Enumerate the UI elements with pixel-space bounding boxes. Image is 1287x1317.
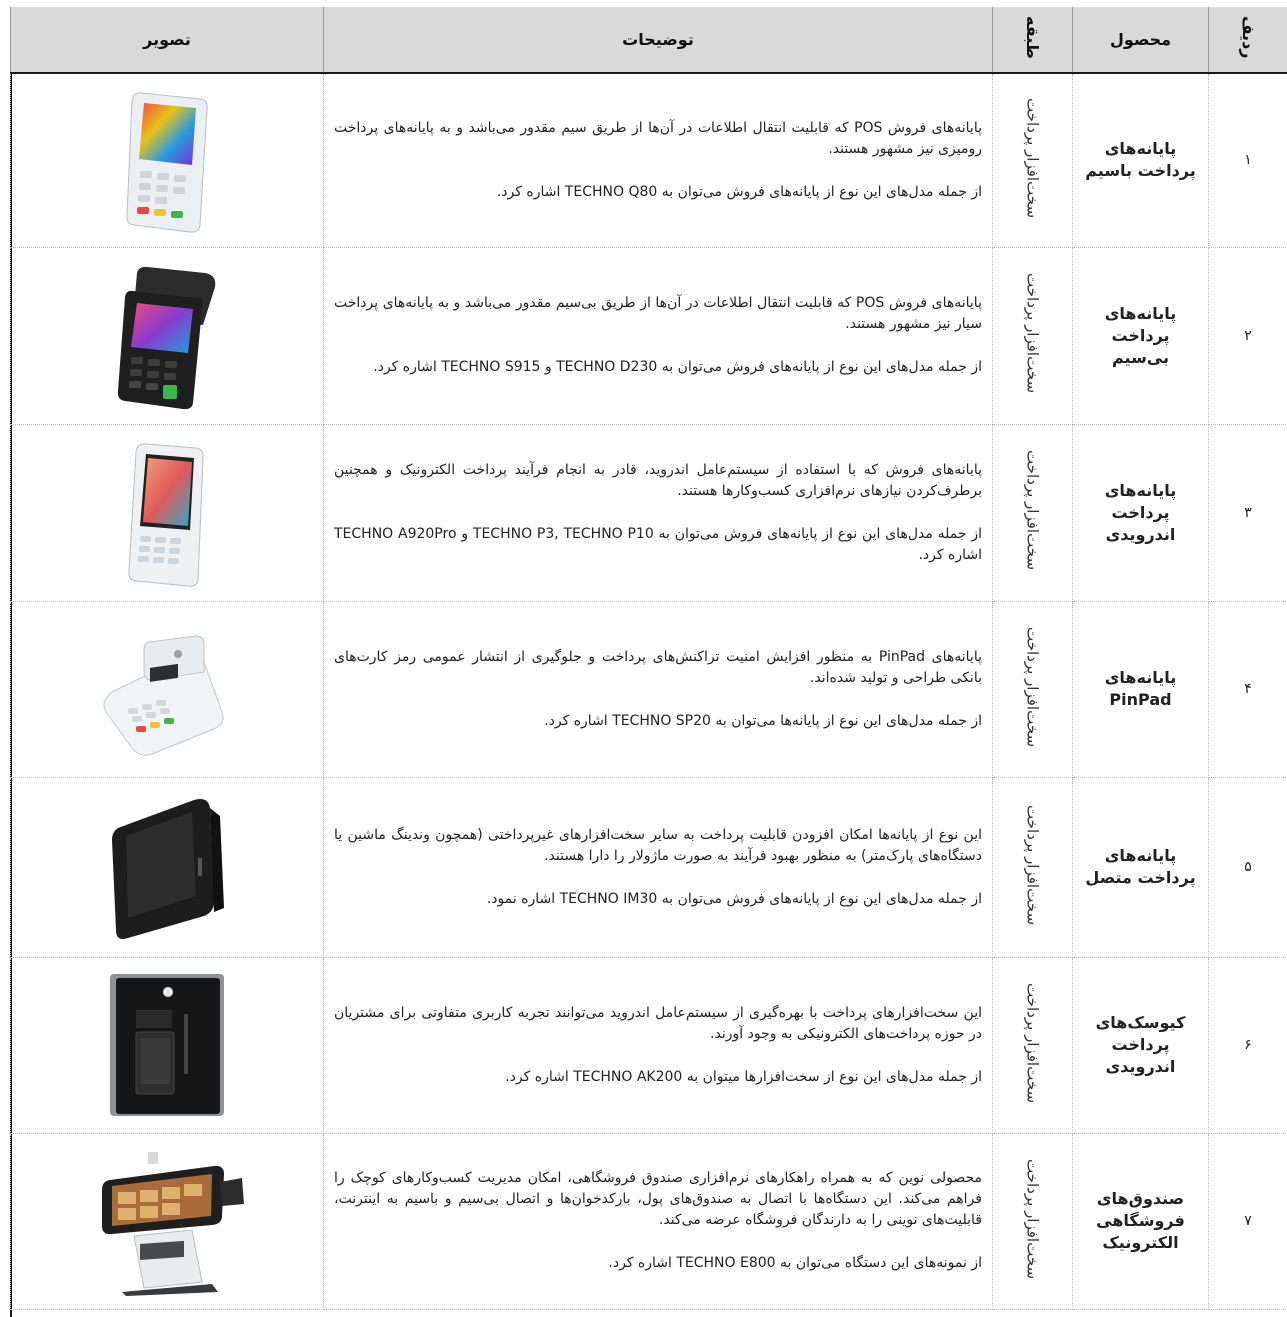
android-kiosk-image <box>10 956 324 1134</box>
description-text: پایانه‌های PinPad به منظور افزایش امنیت … <box>334 648 982 686</box>
table-header-row: تصویر توضیحات طبقه محصول ردیف <box>10 7 1287 74</box>
category-cell: سخت‌افزار پرداخت <box>992 956 1073 1134</box>
electronic-cash-register-image <box>10 1132 324 1310</box>
description-text: پایانه‌های فروش POS که قابلیت انتقال اطل… <box>334 295 982 332</box>
header-image: تصویر <box>10 7 324 74</box>
product-name: پایانه‌های پرداخت بی‌سیم <box>1072 246 1209 425</box>
row-number: ۴ <box>1208 600 1287 778</box>
product-name: پایانه‌های پرداخت اندرویدی <box>1072 423 1209 602</box>
description-cell: پایانه‌های فروش که با استفاده از سیستم‌ع… <box>323 423 993 602</box>
category-label: سخت‌افزار پرداخت <box>1023 626 1042 748</box>
category-cell: سخت‌افزار پرداخت <box>992 600 1073 778</box>
category-cell: سخت‌افزار پرداخت <box>992 1132 1073 1310</box>
header-product: محصول <box>1072 7 1209 74</box>
description-models: از جمله مدل‌های این نوع از پایانه‌های فر… <box>496 183 982 200</box>
category-label: سخت‌افزار پرداخت <box>1023 450 1042 571</box>
header-description: توضیحات <box>323 7 993 74</box>
header-category: طبقه <box>992 7 1073 74</box>
description-cell: پایانه‌های فروش POS که قابلیت انتقال اطل… <box>323 72 993 248</box>
table-row: محصولی نوین که به همراه راهکارهای نرم‌اف… <box>10 1132 1287 1310</box>
table-row: پایانه‌های فروش POS که قابلیت انتقال اطل… <box>10 246 1287 425</box>
description-models: از جمله مدل‌های این نوع از پایانه‌های فر… <box>486 890 982 907</box>
table-row: این سخت‌افزارهای پرداخت با بهره‌گیری از … <box>10 956 1287 1134</box>
table-row: پایانه‌های PinPad به منظور افزایش امنیت … <box>10 600 1287 778</box>
row-number: ۳ <box>1208 423 1287 602</box>
description-cell: پایانه‌های فروش POS که قابلیت انتقال اطل… <box>323 246 993 425</box>
category-cell: سخت‌افزار پرداخت <box>992 423 1073 602</box>
table-row: پایانه‌های فروش POS که قابلیت انتقال اطل… <box>10 72 1287 248</box>
description-models: از جمله مدل‌های این نوع از پایانه‌های فر… <box>373 359 982 375</box>
android-pos-terminal-image <box>10 423 324 602</box>
header-row-number: ردیف <box>1208 7 1287 74</box>
description-cell: این نوع از پایانه‌ها امکان افزودن قابلیت… <box>323 776 993 958</box>
description-text: پایانه‌های فروش که با استفاده از سیستم‌ع… <box>334 461 982 499</box>
category-label: سخت‌افزار پرداخت <box>1023 273 1042 394</box>
category-cell: سخت‌افزار پرداخت <box>992 72 1073 248</box>
description-text: این نوع از پایانه‌ها امکان افزودن قابلیت… <box>334 826 982 864</box>
description-models: از جمله مدل‌های این نوع از پایانه‌ها می‌… <box>544 712 982 729</box>
product-name: پایانه‌های پرداخت متصل <box>1072 776 1209 958</box>
header-row-label: ردیف <box>1238 16 1258 59</box>
pinpad-image <box>10 600 324 778</box>
wired-pos-terminal-image <box>10 72 324 248</box>
products-table: تصویر توضیحات طبقه محصول ردیف پایانه‌های… <box>10 7 1287 1310</box>
description-models: از جمله مدل‌های این نوع از سخت‌افزارها م… <box>505 1068 982 1085</box>
product-name: پایانه‌های PinPad <box>1072 600 1209 778</box>
description-cell: این سخت‌افزارهای پرداخت با بهره‌گیری از … <box>323 956 993 1134</box>
category-label: سخت‌افزار پرداخت <box>1023 982 1042 1104</box>
category-label: سخت‌افزار پرداخت <box>1023 98 1042 219</box>
row-number: ۲ <box>1208 246 1287 425</box>
description-text: پایانه‌های فروش POS که قابلیت انتقال اطل… <box>334 119 982 157</box>
description-models: از نمونه‌های این دستگاه می‌توان به TECHN… <box>608 1255 982 1271</box>
table-row: پایانه‌های فروش که با استفاده از سیستم‌ع… <box>10 423 1287 602</box>
description-text: این سخت‌افزارهای پرداخت با بهره‌گیری از … <box>334 1004 982 1042</box>
wireless-pos-terminal-image <box>10 246 324 425</box>
category-cell: سخت‌افزار پرداخت <box>992 246 1073 425</box>
description-cell: پایانه‌های PinPad به منظور افزایش امنیت … <box>323 600 993 778</box>
category-label: سخت‌افزار پرداخت <box>1023 1158 1042 1280</box>
description-text: محصولی نوین که به همراه راهکارهای نرم‌اف… <box>334 1170 982 1228</box>
header-category-label: طبقه <box>1023 16 1042 59</box>
row-number: ۶ <box>1208 956 1287 1134</box>
row-number: ۵ <box>1208 776 1287 958</box>
product-name: صندوق‌های فروشگاهی الکترونیک <box>1072 1132 1209 1310</box>
table-row: این نوع از پایانه‌ها امکان افزودن قابلیت… <box>10 776 1287 958</box>
category-cell: سخت‌افزار پرداخت <box>992 776 1073 958</box>
row-number: ۷ <box>1208 1132 1287 1310</box>
category-label: سخت‌افزار پرداخت <box>1023 804 1042 926</box>
description-models: از جمله مدل‌های این نوع از پایانه‌های فر… <box>334 525 982 563</box>
description-cell: محصولی نوین که به همراه راهکارهای نرم‌اف… <box>323 1132 993 1310</box>
product-name: کیوسک‌های پرداخت اندرویدی <box>1072 956 1209 1134</box>
integrated-payment-module-image <box>10 776 324 958</box>
product-name: پایانه‌های پرداخت باسیم <box>1072 72 1209 248</box>
row-number: ۱ <box>1208 72 1287 248</box>
